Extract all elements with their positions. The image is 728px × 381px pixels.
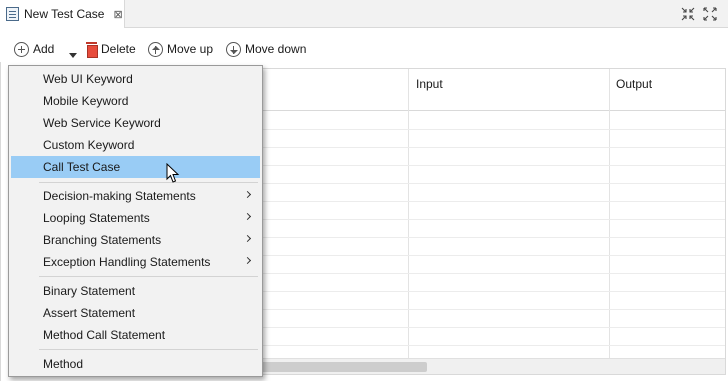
column-divider [609,69,610,374]
menu-item-label: Exception Handling Statements [43,255,211,269]
chevron-right-icon [243,212,252,221]
menu-item-label: Assert Statement [43,306,136,320]
column-header-output[interactable]: Output [616,77,652,91]
editor-tab-bar: New Test Case ⊠ [0,0,728,28]
move-down-button[interactable]: Move down [226,39,306,59]
menu-item-custom-keyword[interactable]: Custom Keyword [11,134,260,156]
move-down-label: Move down [245,42,307,56]
menu-item-decision-making-statements[interactable]: Decision-making Statements [11,185,260,207]
test-case-icon [6,7,19,21]
menu-item-binary-statement[interactable]: Binary Statement [11,280,260,302]
minimize-arrows-icon[interactable] [678,4,698,24]
add-icon [14,41,29,57]
menu-item-mobile-keyword[interactable]: Mobile Keyword [11,90,260,112]
menu-item-label: Mobile Keyword [43,94,129,108]
menu-item-call-test-case[interactable]: Call Test Case [11,156,260,178]
menu-item-label: Branching Statements [43,233,162,247]
arrow-down-icon [226,41,241,57]
add-dropdown-chevron-down-icon[interactable] [69,45,77,65]
menu-item-label: Call Test Case [43,160,121,174]
caret-down-icon [69,52,77,58]
column-header-input[interactable]: Input [416,77,443,91]
move-up-label: Move up [167,42,214,56]
trash-icon [86,42,98,58]
menu-item-label: Method Call Statement [43,328,166,342]
editor-left-border [0,62,4,381]
menu-item-branching-statements[interactable]: Branching Statements [11,229,260,251]
menu-item-label: Custom Keyword [43,138,135,152]
menu-separator [39,276,258,277]
menu-item-exception-handling-statements[interactable]: Exception Handling Statements [11,251,260,273]
chevron-right-icon [243,256,252,265]
menu-item-looping-statements[interactable]: Looping Statements [11,207,260,229]
menu-item-label: Web UI Keyword [43,72,133,86]
menu-item-label: Looping Statements [43,211,150,225]
menu-separator [39,349,258,350]
menu-item-web-ui-keyword[interactable]: Web UI Keyword [11,68,260,90]
scrollbar-thumb[interactable] [261,362,427,372]
menu-item-label: Web Service Keyword [43,116,161,130]
menu-item-label: Decision-making Statements [43,189,196,203]
tab-new-test-case[interactable]: New Test Case ⊠ [0,0,125,28]
chevron-right-icon [243,234,252,243]
arrow-up-icon [148,41,163,57]
tab-title: New Test Case [24,7,105,21]
add-dropdown-menu: Web UI Keyword Mobile Keyword Web Servic… [8,65,263,377]
delete-button[interactable]: Delete [86,39,136,59]
menu-item-label: Method [43,357,84,371]
menu-item-assert-statement[interactable]: Assert Statement [11,302,260,324]
mouse-pointer-icon [166,163,180,183]
chevron-right-icon [243,190,252,199]
menu-item-label: Binary Statement [43,284,136,298]
move-up-button[interactable]: Move up [148,39,213,59]
column-divider [408,69,409,374]
close-icon[interactable]: ⊠ [113,8,122,21]
delete-label: Delete [101,42,136,56]
maximize-arrows-icon[interactable] [700,4,720,24]
menu-item-method-call-statement[interactable]: Method Call Statement [11,324,260,346]
add-button[interactable]: Add [14,39,54,59]
menu-item-method[interactable]: Method [11,353,260,375]
toolbar: Add Delete Move up Move down [0,34,728,62]
menu-item-web-service-keyword[interactable]: Web Service Keyword [11,112,260,134]
menu-separator [39,182,258,183]
add-label: Add [33,42,55,56]
